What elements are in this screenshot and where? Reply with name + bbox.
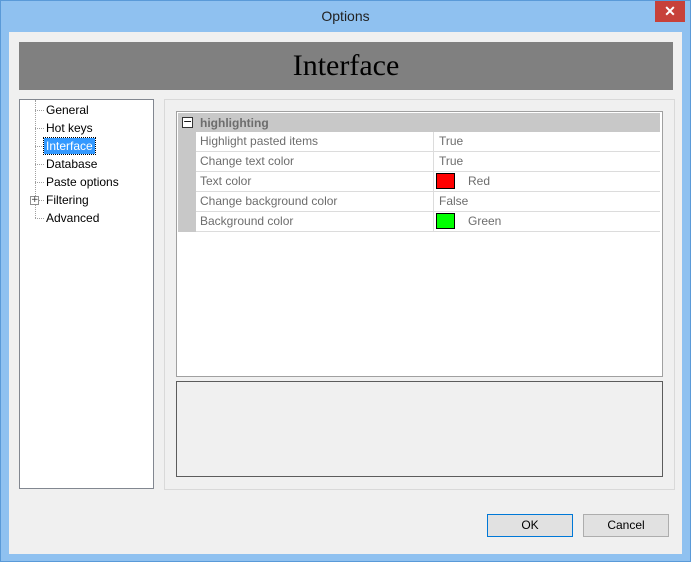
property-row[interactable]: Highlight pasted items True — [196, 132, 660, 152]
tree-item-interface[interactable]: Interface — [43, 137, 96, 155]
tree-item-general[interactable]: General — [44, 102, 91, 118]
color-swatch[interactable] — [436, 173, 455, 189]
settings-panel: − highlighting Highlight pasted items Tr… — [164, 99, 675, 490]
window-title: Options — [321, 8, 370, 24]
tree-item-filtering[interactable]: Filtering — [44, 192, 91, 208]
tree-expand-icon[interactable]: + — [30, 196, 39, 205]
title-bar[interactable]: Options ✕ — [1, 1, 690, 31]
page-banner: Interface — [19, 42, 673, 90]
category-header[interactable]: − highlighting — [178, 113, 660, 132]
property-value[interactable]: True — [439, 132, 463, 151]
property-row[interactable]: Text color Red — [196, 172, 660, 192]
property-row[interactable]: Background color Green — [196, 212, 660, 232]
tree-item-paste-options[interactable]: Paste options — [44, 174, 121, 190]
close-button[interactable]: ✕ — [655, 1, 685, 22]
property-value[interactable]: Green — [468, 212, 501, 231]
category-tree[interactable]: General Hot keys Interface Database Past… — [19, 99, 154, 489]
property-row[interactable]: Change background color False — [196, 192, 660, 212]
category-label: highlighting — [200, 116, 269, 130]
color-swatch[interactable] — [436, 213, 455, 229]
property-name: Highlight pasted items — [196, 132, 434, 151]
description-pane — [176, 381, 663, 477]
tree-connector — [35, 128, 44, 129]
property-value[interactable]: False — [439, 192, 468, 211]
tree-item-database[interactable]: Database — [44, 156, 99, 172]
tree-item-hot-keys[interactable]: Hot keys — [44, 120, 95, 136]
options-window: Options ✕ Interface General Hot keys Int… — [0, 0, 691, 562]
tree-connector — [35, 182, 44, 183]
collapse-icon[interactable]: − — [182, 116, 193, 128]
dialog-client-area: Interface General Hot keys Interface Dat… — [9, 32, 682, 554]
property-name: Change background color — [196, 192, 434, 211]
tree-connector — [35, 218, 44, 219]
property-value[interactable]: Red — [468, 172, 490, 191]
close-icon: ✕ — [664, 3, 676, 19]
property-name: Text color — [196, 172, 434, 191]
property-name: Background color — [196, 212, 434, 231]
property-value[interactable]: True — [439, 152, 463, 171]
grid-margin — [178, 132, 196, 232]
property-name: Change text color — [196, 152, 434, 171]
tree-item-advanced[interactable]: Advanced — [44, 210, 101, 226]
tree-connector — [35, 164, 44, 165]
ok-button[interactable]: OK — [487, 514, 573, 537]
tree-connector — [35, 110, 44, 111]
property-grid[interactable]: − highlighting Highlight pasted items Tr… — [176, 111, 663, 377]
property-row[interactable]: Change text color True — [196, 152, 660, 172]
cancel-button[interactable]: Cancel — [583, 514, 669, 537]
tree-connector — [35, 146, 44, 147]
